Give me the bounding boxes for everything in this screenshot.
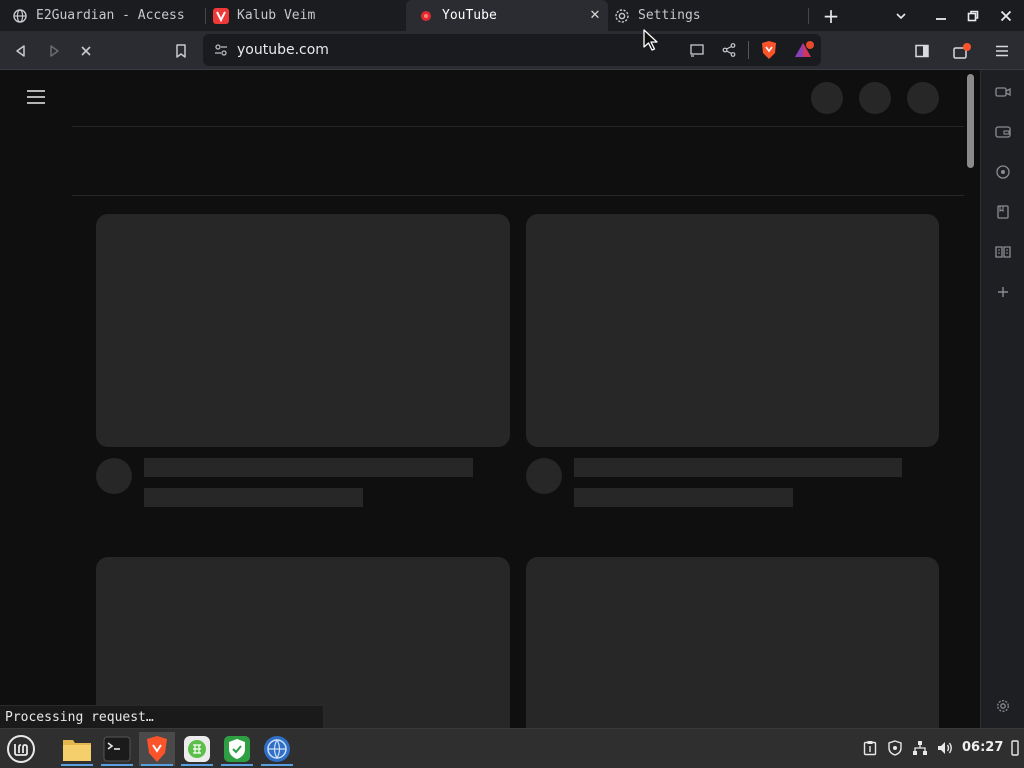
linux-mint-menu-icon[interactable] [3, 732, 39, 766]
tab-divider [808, 8, 809, 24]
tab-settings[interactable]: Settings [602, 0, 807, 31]
video-title-placeholder [574, 458, 902, 477]
back-button[interactable] [9, 39, 33, 63]
reading-list-icon[interactable] [993, 242, 1013, 262]
header-placeholder-circle [811, 82, 843, 114]
wallet-icon[interactable] [993, 122, 1013, 142]
web-browser-icon[interactable] [259, 732, 295, 766]
network-icon[interactable] [911, 739, 929, 757]
video-icon[interactable] [993, 82, 1013, 102]
running-indicator [181, 764, 213, 766]
tab-list-chevron-icon[interactable] [890, 5, 912, 27]
news-icon[interactable] [993, 162, 1013, 182]
add-icon[interactable] [993, 282, 1013, 302]
running-indicator [221, 764, 253, 766]
bookmark-icon[interactable] [993, 202, 1013, 222]
chips-divider [72, 195, 964, 196]
header-placeholder-circle [907, 82, 939, 114]
vivaldi-icon [213, 7, 229, 24]
files-folder-icon[interactable] [59, 732, 95, 766]
tab-kalub-veim[interactable]: Kalub Veim [201, 0, 406, 31]
tab-title: Kalub Veim [237, 8, 316, 23]
power-icon[interactable] [1006, 739, 1024, 757]
clipboard-icon[interactable] [861, 739, 879, 757]
globe-icon [12, 8, 28, 24]
tab-title: E2Guardian - Access [36, 8, 185, 23]
video-thumbnail-placeholder [526, 557, 939, 728]
status-bubble: Processing request… [0, 705, 324, 728]
gear-icon [614, 8, 630, 24]
close-window-icon[interactable] [995, 5, 1017, 27]
main-menu-icon[interactable] [990, 39, 1014, 63]
shield-icon[interactable] [886, 739, 904, 757]
close-tab-icon[interactable]: ✕ [588, 8, 602, 23]
brave-rewards-icon[interactable] [793, 40, 815, 64]
settings-icon[interactable] [993, 696, 1013, 716]
tab-youtube[interactable]: YouTube ✕ [406, 0, 608, 31]
video-thumbnail-placeholder [526, 214, 939, 447]
bookmark-button[interactable] [169, 39, 193, 63]
browser-toolbar: youtube.com [0, 31, 1024, 70]
tab-e2guardian[interactable]: E2Guardian - Access [0, 0, 200, 31]
brave-browser-icon[interactable] [139, 732, 175, 766]
share-icon[interactable] [721, 42, 737, 62]
browser-sidebar [980, 70, 1024, 728]
clock[interactable]: 06:27 [962, 740, 1003, 755]
cast-icon[interactable] [689, 42, 705, 62]
address-bar[interactable]: youtube.com [203, 34, 821, 66]
running-indicator [101, 764, 133, 766]
forward-button[interactable] [42, 39, 66, 63]
header-placeholder-circle [859, 82, 891, 114]
running-indicator [261, 764, 293, 766]
running-indicator [141, 764, 173, 766]
site-settings-icon[interactable] [213, 42, 229, 58]
brave-shields-icon[interactable] [760, 40, 778, 64]
video-title-placeholder [144, 458, 473, 477]
video-thumbnail-placeholder [96, 214, 510, 447]
running-indicator [61, 764, 93, 766]
wallet-notification-icon[interactable] [950, 39, 974, 63]
header-divider [72, 126, 964, 127]
restore-window-icon[interactable] [962, 5, 984, 27]
tab-strip: E2Guardian - Access Kalub Veim YouTube ✕… [0, 0, 1024, 31]
url-text[interactable]: youtube.com [237, 42, 329, 58]
youtube-page [0, 70, 980, 728]
new-tab-button[interactable]: + [820, 4, 842, 28]
channel-avatar-placeholder [526, 458, 562, 494]
mouse-cursor-icon [643, 29, 661, 57]
minimize-window-icon[interactable] [930, 5, 952, 27]
tab-title: Settings [638, 8, 701, 23]
video-meta-placeholder [144, 488, 363, 507]
shield-vpn-icon[interactable] [219, 732, 255, 766]
spreadsheet-icon[interactable] [179, 732, 215, 766]
volume-icon[interactable] [936, 739, 954, 757]
terminal-icon[interactable] [99, 732, 135, 766]
video-meta-placeholder [574, 488, 793, 507]
guide-menu-icon[interactable] [26, 89, 46, 109]
channel-avatar-placeholder [96, 458, 132, 494]
youtube-icon [418, 8, 434, 24]
tab-title: YouTube [442, 8, 497, 23]
video-thumbnail-placeholder [96, 557, 510, 728]
page-scrollbar[interactable] [967, 74, 974, 168]
sidebar-toggle-icon[interactable] [910, 39, 934, 63]
urlbar-divider [748, 41, 749, 59]
stop-loading-button[interactable] [74, 39, 98, 63]
taskbar: 06:27 [0, 728, 1024, 768]
